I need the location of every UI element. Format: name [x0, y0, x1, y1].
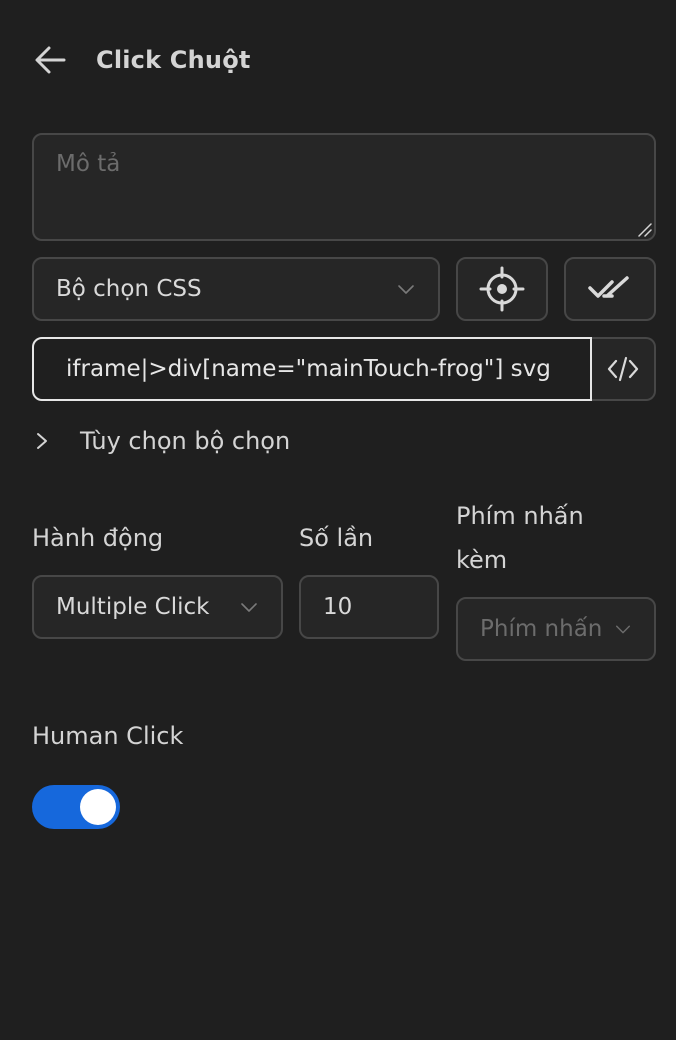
description-field[interactable] — [32, 133, 656, 241]
switch-knob — [80, 789, 116, 825]
page-title: Click Chuột — [96, 46, 251, 74]
count-label: Số lần — [299, 524, 374, 552]
chevron-down-icon — [241, 603, 257, 612]
header: Click Chuột — [32, 38, 251, 82]
click-mouse-panel: Click Chuột Bộ chọn CSS — [0, 0, 676, 1040]
chevron-down-icon — [615, 625, 631, 634]
human-click-switch[interactable] — [32, 785, 120, 829]
validate-selector-button[interactable] — [564, 257, 656, 321]
selector-type-select[interactable]: Bộ chọn CSS — [32, 257, 440, 321]
code-editor-button[interactable] — [592, 337, 656, 401]
selector-options-toggle[interactable]: Tùy chọn bộ chọn — [32, 420, 290, 462]
selector-type-value: Bộ chọn CSS — [56, 276, 202, 302]
pick-element-button[interactable] — [456, 257, 548, 321]
selector-input-group — [32, 337, 656, 401]
count-input[interactable] — [299, 575, 439, 639]
action-select[interactable]: Multiple Click — [32, 575, 283, 639]
modifier-key-select[interactable]: Phím nhấn — [456, 597, 656, 661]
code-icon — [607, 356, 639, 382]
modifier-key-placeholder: Phím nhấn — [480, 616, 603, 642]
double-check-icon — [588, 276, 629, 298]
crosshair-icon — [479, 266, 525, 312]
chevron-down-icon — [398, 285, 414, 294]
chevron-right-icon — [37, 433, 47, 449]
modifier-label-line2: kèm — [456, 546, 508, 574]
modifier-label-line1: Phím nhấn — [456, 502, 584, 530]
human-click-label: Human Click — [32, 722, 184, 750]
back-button[interactable] — [32, 38, 78, 82]
resize-grip-icon[interactable] — [636, 221, 652, 237]
arrow-left-icon — [35, 46, 66, 74]
selector-options-label: Tùy chọn bộ chọn — [80, 427, 291, 455]
action-value: Multiple Click — [56, 594, 210, 620]
action-label: Hành động — [32, 524, 164, 552]
selector-input[interactable] — [32, 337, 592, 401]
